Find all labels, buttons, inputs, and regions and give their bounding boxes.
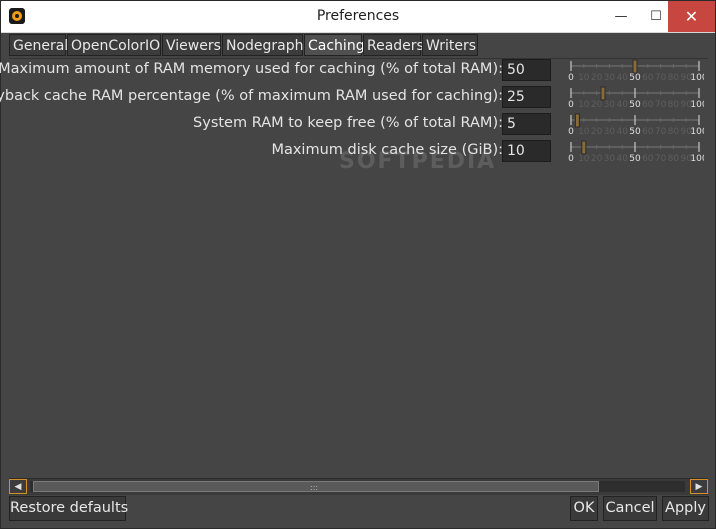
ram-free-input[interactable]: 5 (502, 113, 551, 135)
slider-tick-label: 30 (604, 127, 616, 137)
slider-tick-label: 70 (655, 127, 667, 137)
max-ram-slider[interactable]: 0102030405060708090100 (559, 59, 704, 83)
slider-tick-label: 10 (578, 73, 590, 83)
scrollbar-thumb[interactable]: ::: (33, 481, 599, 492)
slider-tick-label: 20 (591, 154, 603, 164)
tab-writers[interactable]: Writers (422, 34, 478, 56)
slider-handle (600, 86, 606, 101)
apply-button[interactable]: Apply (662, 496, 709, 521)
slider-tick-label: 80 (668, 100, 680, 110)
slider-tick-label: 70 (655, 73, 667, 83)
slider-tick-label: 20 (591, 73, 603, 83)
slider-tick-label: 100 (690, 127, 704, 137)
tab-nodegraph[interactable]: Nodegraph (222, 34, 304, 56)
slider-tick-label: 0 (568, 100, 574, 110)
slider-tick-label: 60 (642, 154, 654, 164)
close-button[interactable]: ✕ (668, 1, 715, 32)
tab-general[interactable]: General (9, 34, 68, 56)
slider-tick-label: 30 (604, 100, 616, 110)
slider-tick-label: 40 (616, 73, 628, 83)
slider-tick-label: 100 (690, 100, 704, 110)
slider-tick-label: 80 (668, 73, 680, 83)
tab-viewers[interactable]: Viewers (162, 34, 221, 56)
tab-readers[interactable]: Readers (363, 34, 424, 56)
tab-caching[interactable]: Caching (304, 34, 365, 56)
ok-button[interactable]: OK (570, 496, 598, 521)
preferences-window: Preferences — ☐ ✕ General OpenColorIO Vi… (0, 0, 716, 529)
slider-handle (574, 113, 580, 128)
setting-row-playback-cache: Playback cache RAM percentage (% of maxi… (0, 86, 708, 110)
slider-tick-label: 70 (655, 100, 667, 110)
disk-cache-input[interactable]: 10 (502, 140, 551, 162)
slider-tick-label: 50 (629, 154, 641, 164)
title-bar[interactable]: Preferences — ☐ ✕ (1, 1, 715, 33)
horizontal-scrollbar[interactable]: ◀ ::: ▶ (9, 478, 708, 495)
slider-handle (581, 140, 587, 155)
slider-tick-label: 30 (604, 73, 616, 83)
slider-tick-label: 40 (616, 100, 628, 110)
scroll-left-button[interactable]: ◀ (9, 479, 27, 494)
slider-tick-label: 60 (642, 73, 654, 83)
slider-tick-label: 100 (690, 73, 704, 83)
setting-label: Maximum amount of RAM memory used for ca… (0, 61, 503, 77)
setting-label: Maximum disk cache size (GiB): (271, 142, 503, 158)
slider-tick-label: 50 (629, 127, 641, 137)
slider-tick-label: 50 (629, 100, 641, 110)
playback-cache-slider[interactable]: 0102030405060708090100 (559, 86, 704, 110)
setting-row-max-ram: Maximum amount of RAM memory used for ca… (0, 59, 708, 83)
slider-tick-label: 70 (655, 154, 667, 164)
scrollbar-track[interactable]: ::: (30, 481, 685, 492)
slider-tick-label: 80 (668, 154, 680, 164)
slider-tick-label: 40 (616, 127, 628, 137)
slider-tick-label: 40 (616, 154, 628, 164)
setting-row-disk-cache: Maximum disk cache size (GiB): 10 0 10 20 3… (9, 140, 708, 164)
slider-tick-label: 0 (568, 154, 574, 164)
ram-free-slider[interactable]: 0102030405060708090100 (559, 113, 704, 137)
slider-tick-label: 0 (568, 127, 574, 137)
slider-handle (632, 59, 638, 74)
slider-tick-label: 60 (642, 127, 654, 137)
slider-tick-label: 20 (591, 127, 603, 137)
slider-tick-label: 60 (642, 100, 654, 110)
setting-row-ram-free: System RAM to keep free (% of total RAM)… (9, 113, 708, 137)
tab-opencolorio[interactable]: OpenColorIO (67, 34, 161, 56)
slider-tick-label: 10 (578, 127, 590, 137)
caching-panel: SOFTPEDIA Maximum amount of RAM memory u… (0, 58, 708, 479)
cancel-button[interactable]: Cancel (603, 496, 657, 521)
setting-label: Playback cache RAM percentage (% of maxi… (0, 88, 503, 104)
disk-cache-slider[interactable]: 0102030405060708090100 (559, 140, 704, 164)
slider-tick-label: 30 (604, 154, 616, 164)
slider-tick-label: 50 (629, 73, 641, 83)
max-ram-input[interactable]: 50 (502, 59, 551, 81)
slider-tick-label: 100 (690, 154, 704, 164)
slider-tick-label: 10 (578, 100, 590, 110)
grip-icon: ::: (310, 483, 319, 492)
minimize-button[interactable]: — (605, 1, 637, 32)
slider-tick-label: 10 (578, 154, 590, 164)
playback-cache-input[interactable]: 25 (502, 86, 551, 108)
scroll-right-button[interactable]: ▶ (690, 479, 708, 494)
slider-tick-label: 0 (568, 73, 574, 83)
slider-tick-label: 20 (591, 100, 603, 110)
slider-tick-label: 80 (668, 127, 680, 137)
restore-defaults-button[interactable]: Restore defaults (9, 496, 128, 521)
setting-label: System RAM to keep free (% of total RAM)… (193, 115, 503, 131)
